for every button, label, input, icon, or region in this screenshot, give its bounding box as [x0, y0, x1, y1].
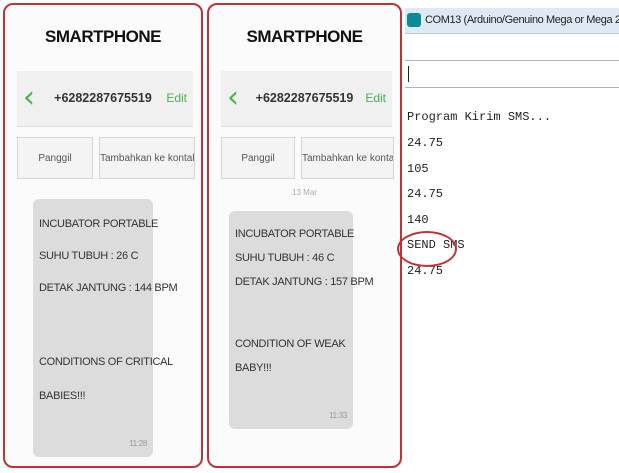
add-contact-button[interactable]: Tambahkan ke kontak [99, 137, 195, 179]
message-line: BABIES!!! [39, 390, 86, 402]
call-button[interactable]: Panggil [17, 137, 93, 179]
message-line: SUHU TUBUH : 46 C [235, 252, 335, 264]
message-line: DETAK JANTUNG : 157 BPM [235, 276, 374, 288]
message-line: CONDITION OF WEAK [235, 338, 346, 350]
message-line: INCUBATOR PORTABLE [39, 218, 159, 230]
message-time: 11:33 [329, 411, 347, 420]
window-titlebar[interactable]: COM13 (Arduino/Genuino Mega or Mega 2560… [405, 8, 619, 34]
smartphone-panel-2: SMARTPHONE ‹ +6282287675519 Edit Panggil… [207, 3, 402, 468]
action-row: Panggil Tambahkan ke kontak [221, 137, 394, 179]
arduino-app-icon [407, 13, 421, 27]
message-line: BABY!!! [235, 362, 272, 374]
serial-send-input[interactable] [405, 60, 619, 88]
action-row: Panggil Tambahkan ke kontak [17, 137, 195, 179]
chevron-left-icon[interactable]: ‹ [23, 83, 35, 113]
panel-title: SMARTPHONE [45, 27, 161, 46]
message-bubble[interactable]: INCUBATOR PORTABLE SUHU TUBUH : 26 C DET… [33, 199, 178, 457]
add-contact-button[interactable]: Tambahkan ke kontak [301, 137, 394, 179]
serial-output-line: 105 [407, 162, 429, 176]
date-stamp: 13 Mar [292, 188, 317, 197]
panel-title: SMARTPHONE [246, 27, 363, 46]
serial-output-line: Program Kirim SMS... [407, 110, 552, 124]
edit-button[interactable]: Edit [166, 91, 187, 105]
send-sms-highlight-ring [397, 231, 457, 267]
conversation-header: ‹ +6282287675519 Edit [221, 71, 392, 127]
window-title: COM13 (Arduino/Genuino Mega or Mega 2560… [425, 14, 619, 26]
contact-number: +6282287675519 [255, 91, 354, 105]
message-line: DETAK JANTUNG : 144 BPM [39, 282, 178, 294]
message-line: CONDITIONS OF CRITICAL [39, 356, 173, 368]
smartphone-panel-1: SMARTPHONE ‹ +6282287675519 Edit Panggil… [3, 3, 203, 468]
text-caret [408, 66, 409, 82]
conversation-header: ‹ +6282287675519 Edit [17, 71, 193, 127]
serial-output-line: 140 [407, 213, 429, 227]
message-line: INCUBATOR PORTABLE [235, 228, 355, 240]
message-line: SUHU TUBUH : 26 C [39, 250, 139, 262]
serial-output-line: 24.75 [407, 136, 444, 150]
call-button[interactable]: Panggil [221, 137, 295, 179]
contact-number: +6282287675519 [54, 91, 152, 105]
message-bubble[interactable]: INCUBATOR PORTABLE SUHU TUBUH : 46 C DET… [229, 211, 374, 429]
chevron-left-icon[interactable]: ‹ [227, 83, 239, 113]
message-time: 11:28 [129, 439, 147, 448]
serial-output-line: 24.75 [407, 187, 444, 201]
edit-button[interactable]: Edit [365, 91, 386, 105]
